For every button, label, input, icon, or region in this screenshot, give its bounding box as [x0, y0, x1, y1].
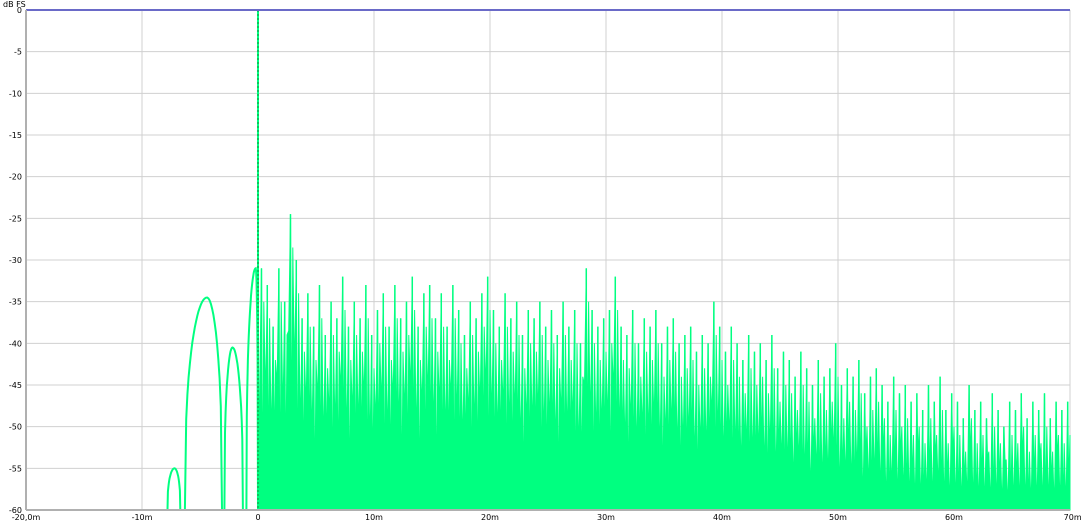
decay-response: [257, 214, 1071, 511]
x-tick-label: -10m: [132, 513, 153, 522]
x-tick-label: -20,0m: [12, 513, 41, 522]
pre-ringing-lobe: [245, 266, 259, 511]
y-tick-label: -10: [9, 89, 22, 98]
x-tick-label: 20m: [481, 513, 499, 522]
y-tick-label: -35: [9, 298, 22, 307]
x-tick-label: 10m: [365, 513, 383, 522]
x-tick-label: 70m s: [1064, 513, 1082, 522]
y-tick-label: -20: [9, 173, 22, 182]
x-tick-label: 40m: [713, 513, 731, 522]
x-tick-label: 0: [255, 513, 260, 522]
y-tick-label: -25: [9, 214, 22, 223]
x-tick-label: 50m: [829, 513, 847, 522]
x-tick-label: 60m: [945, 513, 963, 522]
y-axis-label: dB FS: [3, 0, 26, 9]
y-tick-label: -30: [9, 256, 22, 265]
y-tick-label: -5: [14, 48, 22, 57]
x-tick-label: 30m: [597, 513, 615, 522]
y-tick-label: -45: [9, 381, 22, 390]
pre-ringing-lobe: [223, 346, 244, 511]
y-tick-label: -40: [9, 339, 22, 348]
pre-ringing-lobe: [183, 296, 223, 511]
pre-ringing-lobe: [166, 467, 182, 511]
y-tick-label: -15: [9, 131, 22, 140]
impulse-response-chart: 0-5-10-15-20-25-30-35-40-45-50-55-60-20,…: [3, 0, 1082, 522]
y-tick-label: -55: [9, 464, 22, 473]
y-tick-label: -50: [9, 423, 22, 432]
